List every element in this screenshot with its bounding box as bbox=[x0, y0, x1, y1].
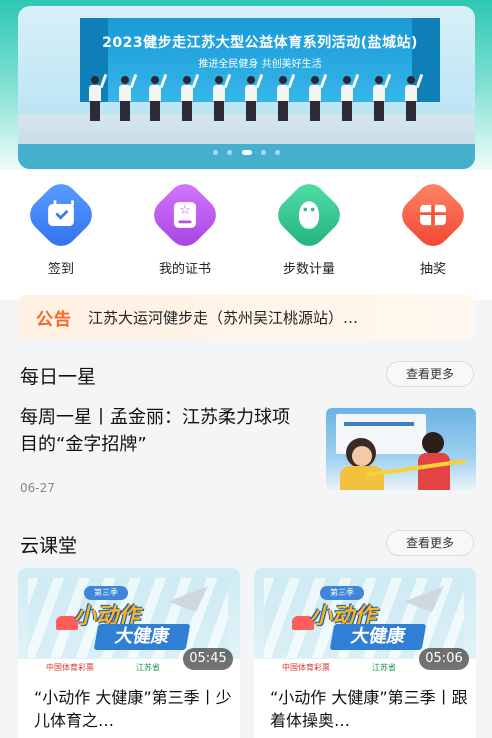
banner-people-group bbox=[88, 73, 438, 126]
certificate-icon bbox=[147, 177, 223, 253]
video-duration: 05:45 bbox=[183, 648, 233, 670]
video-card[interactable]: 第三季 小动作 大健康 中国体育彩票 江苏省 05:06 “小动作 大健康”第三… bbox=[254, 568, 476, 738]
quick-actions: 签到 我的证书 步数计量 抽奖 bbox=[0, 177, 492, 277]
video-duration: 05:06 bbox=[419, 648, 469, 670]
daily-star-more-button[interactable]: 查看更多 bbox=[386, 361, 474, 387]
sports-lottery-logo: 中国体育彩票 bbox=[282, 663, 330, 672]
cloud-class-video-list: 第三季 小动作 大健康 中国体育彩票 江苏省 05:45 “小动作 大健康”第三… bbox=[0, 568, 492, 738]
jiangsu-logo: 江苏省 bbox=[136, 663, 160, 672]
quick-action-checkin[interactable]: 签到 bbox=[11, 177, 111, 277]
quick-action-label: 签到 bbox=[47, 262, 74, 277]
video-thumbnail[interactable]: 第三季 小动作 大健康 中国体育彩票 江苏省 05:45 bbox=[18, 568, 240, 675]
banner-carousel[interactable]: 2023健步走江苏大型公益体育系列活动(盐城站) 推进全民健身 共创美好生活 bbox=[18, 6, 475, 169]
cloud-class-more-button[interactable]: 查看更多 bbox=[386, 530, 474, 556]
carousel-dot[interactable] bbox=[213, 150, 219, 155]
sports-lottery-logo: 中国体育彩票 bbox=[46, 663, 94, 672]
notice-tag: 公告 bbox=[36, 309, 72, 330]
thumb-title-line2: 大健康 bbox=[329, 624, 427, 650]
video-thumbnail[interactable]: 第三季 小动作 大健康 中国体育彩票 江苏省 05:06 bbox=[254, 568, 476, 675]
banner-subtitle: 推进全民健身 共创美好生活 bbox=[198, 59, 322, 70]
thumb-title-line2: 大健康 bbox=[93, 624, 191, 650]
daily-star-article-image[interactable] bbox=[326, 408, 476, 490]
daily-star-article-title[interactable]: 每周一星丨孟金丽：江苏柔力球项目的“金字招牌” bbox=[20, 404, 305, 458]
cloud-class-section-title: 云课堂 bbox=[20, 535, 78, 557]
quick-action-label: 步数计量 bbox=[282, 262, 335, 277]
quick-action-label: 我的证书 bbox=[158, 262, 211, 277]
carousel-dot[interactable] bbox=[274, 150, 280, 155]
video-title[interactable]: “小动作 大健康”第三季丨跟着体操奥… bbox=[270, 686, 470, 732]
banner-title: 2023健步走江苏大型公益体育系列活动(盐城站) bbox=[102, 35, 418, 51]
quick-action-steps[interactable]: 步数计量 bbox=[259, 177, 359, 277]
video-title[interactable]: “小动作 大健康”第三季丨少儿体育之… bbox=[34, 686, 234, 732]
jiangsu-logo: 江苏省 bbox=[372, 663, 396, 672]
footprint-icon bbox=[271, 177, 347, 253]
notice-bar[interactable]: 公告 江苏大运河健步走（苏州吴江桃源站）… bbox=[18, 295, 474, 339]
quick-action-lottery[interactable]: 抽奖 bbox=[383, 177, 483, 277]
carousel-indicator[interactable] bbox=[18, 140, 475, 159]
calendar-check-icon bbox=[23, 177, 99, 253]
carousel-dot[interactable] bbox=[227, 150, 233, 155]
daily-star-section-title: 每日一星 bbox=[20, 366, 97, 388]
carousel-dot[interactable] bbox=[260, 150, 266, 155]
gift-icon bbox=[395, 177, 471, 253]
quick-action-label: 抽奖 bbox=[419, 262, 446, 277]
video-card[interactable]: 第三季 小动作 大健康 中国体育彩票 江苏省 05:45 “小动作 大健康”第三… bbox=[18, 568, 240, 738]
daily-star-article-date: 06-27 bbox=[20, 481, 55, 495]
notice-text[interactable]: 江苏大运河健步走（苏州吴江桃源站）… bbox=[88, 307, 440, 328]
quick-action-certificate[interactable]: 我的证书 bbox=[135, 177, 235, 277]
carousel-dot-active[interactable] bbox=[241, 150, 252, 155]
